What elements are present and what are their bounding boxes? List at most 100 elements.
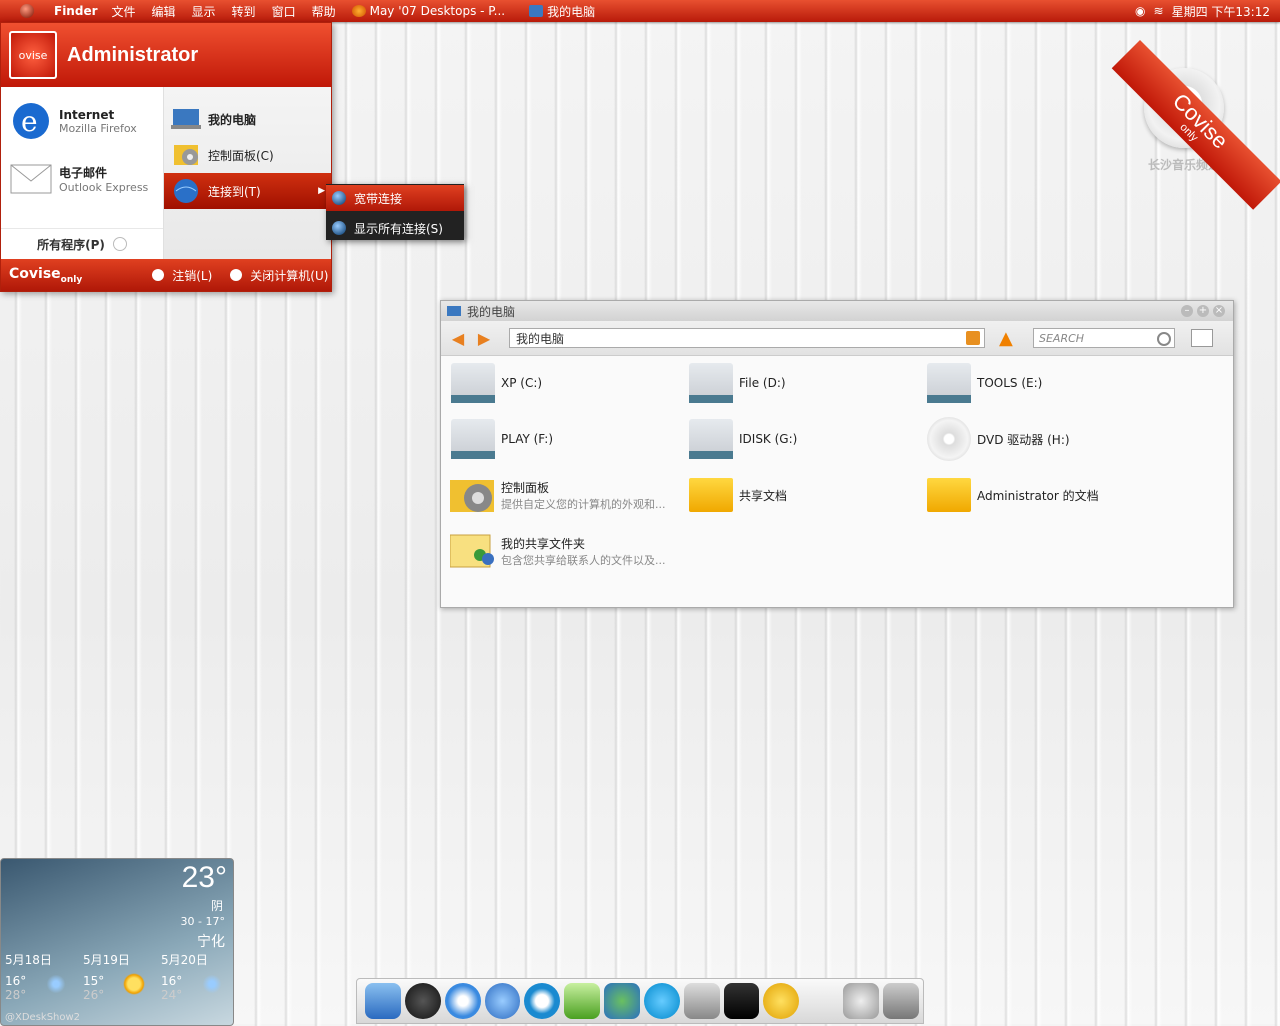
back-arrow-icon[interactable]: ◀: [449, 329, 467, 348]
footer-brand: Coviseonly: [9, 265, 83, 285]
sun-icon: [123, 973, 145, 995]
menu-finder[interactable]: Finder: [54, 4, 98, 18]
drive-f[interactable]: PLAY (F:): [449, 415, 685, 463]
explorer-toolbar: ◀ ▶ 我的电脑 ▲ SEARCH: [441, 321, 1233, 356]
up-arrow-icon[interactable]: ▲: [999, 328, 1019, 349]
finder-icon[interactable]: [365, 983, 401, 1019]
drive-g[interactable]: IDISK (G:): [687, 415, 923, 463]
forward-arrow-icon[interactable]: ▶: [475, 329, 493, 348]
drive-c[interactable]: XP (C:): [449, 359, 685, 407]
menu-view[interactable]: 显示: [192, 3, 216, 20]
ichat-icon[interactable]: [484, 983, 521, 1019]
rain-icon: [45, 973, 67, 995]
menu-label: 控制面板(C): [208, 148, 274, 163]
drive-h-dvd[interactable]: DVD 驱动器 (H:): [925, 415, 1161, 463]
admin-docs-folder[interactable]: Administrator 的文档: [925, 471, 1161, 519]
menu-edit[interactable]: 编辑: [152, 3, 176, 20]
search-icon[interactable]: [1157, 332, 1171, 346]
dashboard-icon[interactable]: [404, 983, 441, 1019]
close-button[interactable]: ×: [1213, 305, 1225, 317]
firefox-icon: [351, 5, 366, 17]
address-text: 我的电脑: [516, 331, 565, 346]
folder-icon[interactable]: [966, 331, 980, 345]
submenu-broadband[interactable]: 宽带连接: [326, 185, 464, 211]
temp-range: 30 - 17°: [180, 915, 225, 928]
current-temp: 23°: [181, 861, 227, 894]
menu-go[interactable]: 转到: [232, 3, 256, 20]
view-mode-button[interactable]: [1191, 329, 1213, 347]
menubar-status: ◉ ≋ 星期四 下午13:12: [1127, 0, 1270, 22]
quicktime-icon[interactable]: [524, 983, 561, 1019]
start-menu-header: ovise Administrator: [1, 23, 331, 87]
submenu-show-all[interactable]: 显示所有连接(S): [326, 215, 464, 241]
menu-connect-to[interactable]: 连接到(T) ▶: [164, 173, 331, 209]
photo-icon[interactable]: [683, 983, 720, 1019]
network-icon: [332, 191, 346, 205]
itunes-icon[interactable]: [564, 983, 601, 1019]
task-firefox[interactable]: May '07 Desktops - P...: [351, 4, 506, 18]
places-column: 我的电脑 控制面板(C) 连接到(T) ▶: [164, 87, 331, 259]
shutdown-button[interactable]: 关闭计算机(U): [230, 267, 328, 284]
menu-control-panel[interactable]: 控制面板(C): [164, 137, 331, 173]
ie-icon: e: [9, 99, 53, 143]
menu-file[interactable]: 文件: [112, 3, 136, 20]
hard-drive-icon: [925, 361, 973, 405]
connect-submenu: 宽带连接 显示所有连接(S): [326, 184, 464, 240]
dock: [356, 978, 924, 1024]
brand-ribbon: Covise only: [1111, 40, 1280, 210]
rain-icon: [201, 973, 223, 995]
menu-my-computer[interactable]: 我的电脑: [164, 101, 331, 137]
msn-messenger-icon[interactable]: [604, 983, 640, 1019]
drive-d[interactable]: File (D:): [687, 359, 923, 407]
pinned-internet[interactable]: e Internet Mozilla Firefox: [1, 95, 163, 147]
menu-label: 连接到(T): [208, 184, 261, 199]
hard-drive-icon: [687, 417, 735, 461]
chevron-right-icon: [112, 237, 127, 251]
pinned-programs: e Internet Mozilla Firefox 电子邮件 Outlook …: [1, 87, 164, 259]
menu-label: 我的电脑: [208, 112, 257, 127]
window-title: 我的电脑: [467, 304, 516, 319]
mail-at-icon[interactable]: [843, 983, 880, 1019]
shared-docs-folder[interactable]: 共享文档: [687, 471, 923, 519]
my-shared-folder[interactable]: 我的共享文件夹 包含您共享给联系人的文件以及...: [449, 527, 685, 575]
minimize-button[interactable]: –: [1181, 305, 1193, 317]
widget-credit: @XDeskShow2: [5, 1012, 81, 1023]
control-panel-item[interactable]: 控制面板 提供自定义您的计算机的外观和...: [449, 471, 685, 519]
city: 宁化: [197, 934, 225, 950]
logoff-button[interactable]: 注销(L): [152, 267, 212, 284]
video-clapper-icon[interactable]: [723, 983, 760, 1019]
maximize-button[interactable]: +: [1197, 305, 1209, 317]
volume-icon[interactable]: ◉: [1135, 4, 1145, 18]
safari-icon[interactable]: [444, 983, 481, 1019]
forecast-day: 5月20日 16° 24°: [161, 951, 231, 1002]
start-menu: ovise Administrator e Internet Mozilla F…: [0, 22, 332, 292]
menu-help[interactable]: 帮助: [312, 3, 336, 20]
user-avatar: ovise: [9, 31, 57, 79]
wifi-icon[interactable]: ≋: [1154, 4, 1164, 18]
shared-folder-icon: [449, 529, 497, 573]
pinned-title: Internet: [59, 107, 115, 122]
search-placeholder: SEARCH: [1039, 331, 1085, 345]
task-label: May '07 Desktops - P...: [369, 4, 506, 18]
gear-icon: [170, 140, 202, 170]
app-yellow-icon[interactable]: [763, 983, 800, 1019]
menu-window[interactable]: 窗口: [272, 3, 296, 20]
task-my-computer[interactable]: 我的电脑: [529, 3, 595, 20]
title-bar[interactable]: 我的电脑 – + ×: [441, 301, 1233, 321]
trash-icon[interactable]: [883, 983, 919, 1019]
skype-icon[interactable]: [643, 983, 680, 1019]
computer-icon: [529, 5, 544, 17]
pinned-email[interactable]: 电子邮件 Outlook Express: [1, 153, 163, 205]
dvd-disc-icon: [925, 417, 973, 461]
all-programs-label: 所有程序(P): [37, 237, 105, 252]
address-bar[interactable]: 我的电脑: [509, 328, 985, 348]
hard-drive-icon: [449, 417, 497, 461]
computer-icon: [447, 306, 461, 316]
clock[interactable]: 星期四 下午13:12: [1172, 3, 1270, 20]
drive-e[interactable]: TOOLS (E:): [925, 359, 1161, 407]
all-programs-button[interactable]: 所有程序(P): [1, 228, 163, 259]
apple-menu-icon[interactable]: [20, 4, 34, 18]
search-input[interactable]: SEARCH: [1033, 328, 1175, 348]
pinned-title: 电子邮件: [59, 166, 108, 180]
weather-widget[interactable]: 23° 阴 30 - 17° 宁化 5月18日 16° 28° 5月19日 15° 26…: [0, 858, 234, 1026]
